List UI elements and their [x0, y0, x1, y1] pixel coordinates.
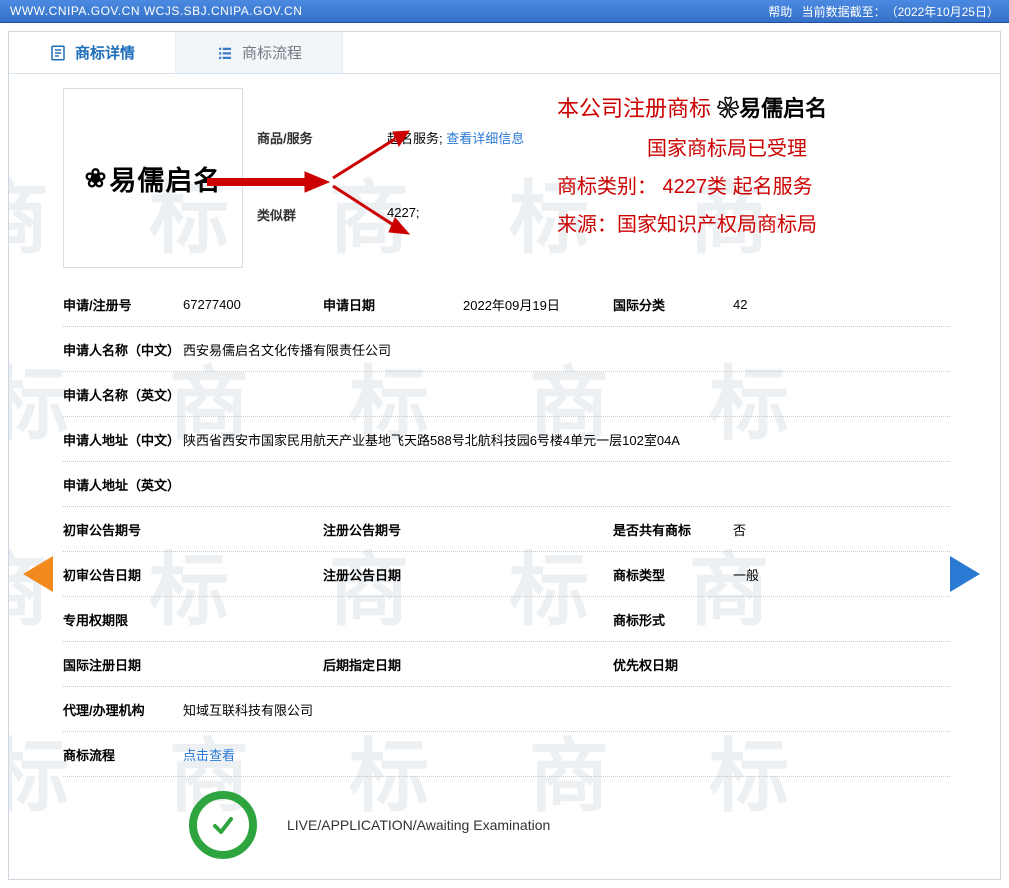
data-cutoff-label: 当前数据截至：: [802, 5, 886, 19]
data-cutoff-date: （2022年10月25日）: [892, 5, 999, 19]
applicant-en-label: 申请人名称（英文）: [63, 385, 183, 404]
document-icon: [49, 44, 67, 62]
status-text: LIVE/APPLICATION/Awaiting Examination: [287, 817, 550, 833]
top-bar: WWW.CNIPA.GOV.CN WCJS.SBJ.CNIPA.GOV.CN 帮…: [0, 0, 1009, 23]
goods-services-detail-link[interactable]: 查看详细信息: [446, 131, 524, 146]
agency-value: 知域互联科技有限公司: [183, 700, 950, 719]
similar-group-label: 类似群: [257, 205, 317, 224]
user-annotation: 本公司注册商标 ❀易儒启名 国家商标局已受理 商标类别： 4227类 起名服务 …: [557, 88, 950, 268]
flower-icon: ❀: [85, 165, 108, 191]
shared-tm-value: 否: [733, 520, 950, 539]
trademark-text: 易儒启名: [109, 159, 221, 198]
app-date-value: 2022年09月19日: [463, 295, 613, 314]
next-record-button[interactable]: [948, 554, 984, 594]
reg-ann-no-label: 注册公告期号: [323, 520, 463, 539]
intl-class-label: 国际分类: [613, 295, 733, 314]
tab-trademark-detail[interactable]: 商标详情: [9, 32, 176, 73]
app-reg-no-label: 申请/注册号: [63, 295, 183, 314]
prelim-ann-no-label: 初审公告期号: [63, 520, 183, 539]
intl-class-value: 42: [733, 297, 950, 312]
tm-type-value: 一般: [733, 565, 950, 584]
trademark-image: ❀易儒启名: [63, 88, 243, 268]
intl-reg-date-label: 国际注册日期: [63, 655, 183, 674]
agency-label: 代理/办理机构: [63, 700, 183, 719]
tm-form-label: 商标形式: [613, 610, 733, 629]
reg-ann-date-label: 注册公告日期: [323, 565, 463, 584]
goods-services-label: 商品/服务: [257, 128, 317, 147]
main-panel: 商标详情 商标流程 商 标 商 标 商 商 标 商 标 商 标 商 标 商 标 …: [8, 31, 1001, 880]
applicant-cn-value: 西安易儒启名文化传播有限责任公司: [183, 340, 950, 359]
goods-services-value: 起名服务;: [387, 131, 443, 146]
prelim-ann-date-label: 初审公告日期: [63, 565, 183, 584]
tm-type-label: 商标类型: [613, 565, 733, 584]
list-icon: [216, 44, 234, 62]
priority-date-label: 优先权日期: [613, 655, 733, 674]
tab-label: 商标流程: [242, 42, 302, 63]
shared-tm-label: 是否共有商标: [613, 520, 733, 539]
prev-record-button[interactable]: [19, 554, 55, 594]
excl-right-period-label: 专用权期限: [63, 610, 183, 629]
similar-group-value: 4227;: [387, 205, 420, 220]
addr-cn-label: 申请人地址（中文）: [63, 430, 183, 449]
app-reg-no-value: 67277400: [183, 297, 323, 312]
tab-bar: 商标详情 商标流程: [9, 32, 1000, 74]
late-desig-date-label: 后期指定日期: [323, 655, 463, 674]
process-view-link[interactable]: 点击查看: [183, 748, 235, 763]
app-date-label: 申请日期: [323, 295, 463, 314]
addr-en-label: 申请人地址（英文）: [63, 475, 183, 494]
tab-trademark-process[interactable]: 商标流程: [176, 32, 343, 73]
applicant-cn-label: 申请人名称（中文）: [63, 340, 183, 359]
help-link[interactable]: 帮助: [768, 5, 792, 19]
site-urls: WWW.CNIPA.GOV.CN WCJS.SBJ.CNIPA.GOV.CN: [10, 4, 302, 18]
addr-cn-value: 陕西省西安市国家民用航天产业基地飞天路588号北航科技园6号楼4单元一层102室…: [183, 430, 950, 449]
status-icon: [189, 791, 257, 859]
detail-table: 申请/注册号 67277400 申请日期 2022年09月19日 国际分类 42…: [63, 282, 950, 777]
tab-label: 商标详情: [75, 42, 135, 63]
